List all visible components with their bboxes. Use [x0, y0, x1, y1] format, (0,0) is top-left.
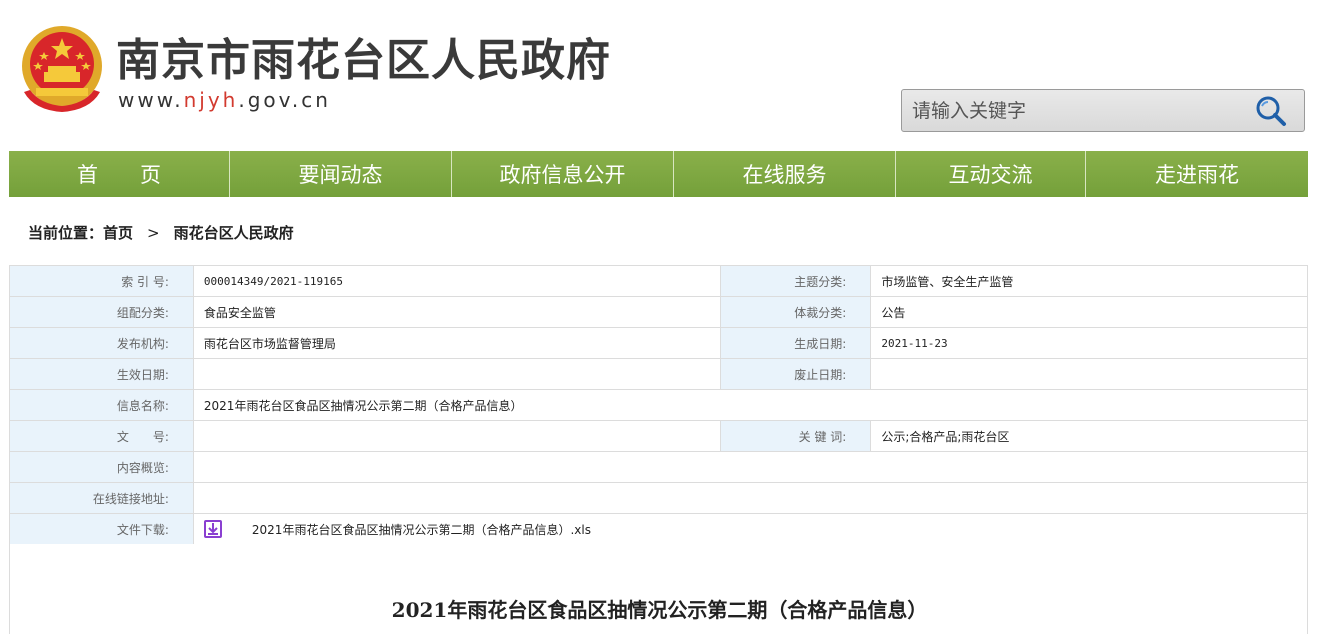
index-value: 000014349/2021-119165	[192, 265, 722, 297]
publisher-label: 发布机构:	[9, 327, 194, 359]
genre-value: 公告	[870, 296, 1308, 328]
info-name-label: 信息名称:	[9, 389, 194, 421]
topic-label: 主题分类:	[720, 265, 872, 297]
doc-number-label: 文 号:	[9, 420, 194, 452]
table-row: 信息名称: 2021年雨花台区食品区抽情况公示第二期（合格产品信息）	[9, 389, 1309, 421]
nav-item-interaction[interactable]: 互动交流	[896, 151, 1086, 197]
genre-label: 体裁分类:	[720, 296, 872, 328]
keywords-label: 关 键 词:	[720, 420, 872, 452]
breadcrumb-prefix: 当前位置：	[28, 224, 104, 242]
nav-item-gov-info[interactable]: 政府信息公开	[452, 151, 674, 197]
index-label: 索 引 号:	[9, 265, 194, 297]
table-row: 文 号: 关 键 词: 公示;合格产品;雨花台区	[9, 420, 1308, 452]
info-name-value: 2021年雨花台区食品区抽情况公示第二期（合格产品信息）	[192, 389, 1309, 421]
table-row: 生效日期: 废止日期:	[9, 358, 1308, 390]
table-row: 内容概览:	[9, 451, 1309, 483]
table-row: 发布机构: 雨花台区市场监督管理局 生成日期: 2021-11-23	[9, 327, 1308, 359]
main-nav: 首 页 要闻动态 政府信息公开 在线服务 互动交流 走进雨花	[9, 151, 1308, 197]
effective-date-value	[192, 358, 722, 390]
breadcrumb-current-link[interactable]: 雨花台区人民政府	[174, 222, 294, 243]
site-header: 南京市雨花台区人民政府 www.njyh.gov.cn	[0, 0, 1322, 150]
summary-label: 内容概览:	[9, 451, 194, 483]
breadcrumb-home-link[interactable]: 首页	[103, 222, 133, 243]
nav-item-online-service[interactable]: 在线服务	[674, 151, 896, 197]
national-emblem-icon	[22, 26, 102, 112]
table-row: 组配分类: 食品安全监管 体裁分类: 公告	[9, 296, 1308, 328]
download-cell: 2021年雨花台区食品区抽情况公示第二期（合格产品信息）.xls	[192, 513, 1309, 545]
site-url: www.njyh.gov.cn	[118, 88, 331, 112]
breadcrumb-separator: >	[147, 223, 160, 242]
site-url-highlight: njyh	[183, 88, 239, 112]
breadcrumb: 当前位置： 首页 > 雨花台区人民政府	[28, 222, 294, 243]
nav-item-home[interactable]: 首 页	[9, 151, 230, 197]
created-date-label: 生成日期:	[720, 327, 872, 359]
download-icon[interactable]	[203, 520, 222, 538]
table-row: 索 引 号: 000014349/2021-119165 主题分类: 市场监管、…	[9, 265, 1308, 297]
search-box	[901, 89, 1305, 132]
topic-value: 市场监管、安全生产监管	[870, 265, 1308, 297]
site-url-prefix: www.	[118, 88, 184, 112]
download-file-link[interactable]: 2021年雨花台区食品区抽情况公示第二期（合格产品信息）.xls	[252, 521, 591, 538]
keywords-value: 公示;合格产品;雨花台区	[870, 420, 1308, 452]
table-row: 在线链接地址:	[9, 482, 1309, 514]
effective-date-label: 生效日期:	[9, 358, 194, 390]
online-link-label: 在线链接地址:	[9, 482, 194, 514]
expire-date-value	[870, 358, 1308, 390]
doc-number-value	[192, 420, 722, 452]
created-date-value: 2021-11-23	[870, 327, 1308, 359]
site-url-suffix: .gov.cn	[238, 88, 331, 112]
search-icon[interactable]	[1254, 95, 1288, 127]
article-content: 2021年雨花台区食品区抽情况公示第二期（合格产品信息）	[9, 544, 1308, 634]
nav-item-news[interactable]: 要闻动态	[230, 151, 452, 197]
expire-date-label: 废止日期:	[720, 358, 872, 390]
search-input[interactable]	[902, 90, 1242, 131]
download-label: 文件下载:	[9, 513, 194, 545]
org-category-label: 组配分类:	[9, 296, 194, 328]
nav-item-about[interactable]: 走进雨花	[1086, 151, 1308, 197]
download-row: 2021年雨花台区食品区抽情况公示第二期（合格产品信息）.xls	[203, 520, 1297, 538]
site-title: 南京市雨花台区人民政府	[116, 35, 611, 86]
article-title: 2021年雨花台区食品区抽情况公示第二期（合格产品信息）	[391, 598, 928, 622]
org-category-value: 食品安全监管	[192, 296, 722, 328]
summary-value	[192, 451, 1309, 483]
publisher-value: 雨花台区市场监督管理局	[192, 327, 722, 359]
online-link-value	[192, 482, 1309, 514]
info-table: 索 引 号: 000014349/2021-119165 主题分类: 市场监管、…	[9, 265, 1309, 545]
table-row: 文件下载: 2021年雨花台区食品区抽情况公示第二期（合格产品信息）.xls	[9, 513, 1309, 545]
